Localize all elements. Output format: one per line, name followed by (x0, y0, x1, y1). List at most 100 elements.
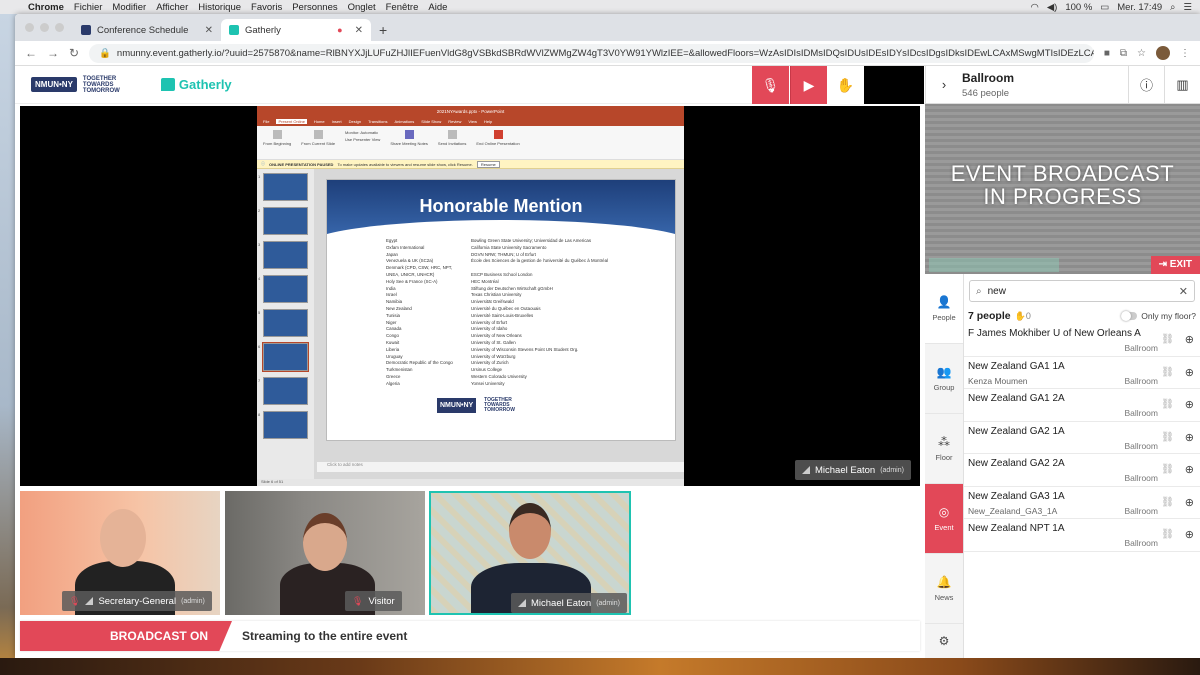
current-slide[interactable]: Honorable Mention Egypt Bowling Green Sta… (326, 179, 676, 441)
ppt-tab[interactable]: Animations (394, 119, 414, 124)
locate-icon[interactable]: ⊕ (1185, 431, 1194, 444)
send-invitations-button[interactable]: Send Invitations (438, 130, 466, 155)
clock[interactable]: Mer. 17:49 (1117, 2, 1162, 13)
person-row[interactable]: New Zealand GA1 1A Kenza Moumen Ballroom ⛓ ⊕ (964, 357, 1200, 389)
ppt-tab[interactable]: File (263, 119, 269, 124)
nav-settings[interactable]: ⚙ (925, 624, 963, 658)
video-tile-visitor[interactable]: 🎙 Visitor (225, 491, 425, 615)
menu-edit[interactable]: Modifier (112, 2, 146, 13)
nav-event[interactable]: ◎ Event (925, 484, 963, 554)
link-icon[interactable]: ⛓ (1161, 367, 1174, 378)
zoom-window-button[interactable] (55, 23, 64, 32)
ppt-tab-active[interactable]: Present Online (276, 119, 307, 124)
locate-icon[interactable]: ⊕ (1185, 366, 1194, 379)
people-search[interactable]: ⌕ new ✕ (969, 280, 1195, 302)
menu-view[interactable]: Afficher (156, 2, 188, 13)
person-row[interactable]: F James Mokhiber U of New Orleans A Ballr… (964, 324, 1200, 357)
translate-icon[interactable]: ⧉ (1120, 48, 1127, 59)
close-tab-icon[interactable]: ✕ (355, 25, 363, 36)
ppt-tab[interactable]: Slide Show (421, 119, 441, 124)
tab-gatherly[interactable]: Gatherly ● ✕ (221, 19, 371, 41)
more-icon[interactable]: ⋮ (1180, 48, 1190, 59)
monitor-select[interactable]: Monitor: Automatic (345, 130, 378, 135)
nav-news[interactable]: 🔔 News (925, 554, 963, 624)
slide-thumb[interactable]: 8 (258, 411, 308, 439)
only-my-floor-toggle[interactable]: Only my floor? (1121, 311, 1196, 321)
battery-icon[interactable]: ▭ (1100, 2, 1109, 13)
slide-thumb[interactable]: 4 (258, 275, 308, 303)
menu-help[interactable]: Aide (428, 2, 447, 13)
search-input[interactable]: new (988, 286, 1006, 297)
volume-icon[interactable]: ◀) (1047, 2, 1057, 13)
ppt-tab[interactable]: Transitions (368, 119, 387, 124)
link-icon[interactable]: ⛓ (1161, 399, 1174, 410)
exit-broadcast-button[interactable]: ⇥ EXIT (1150, 256, 1200, 274)
menu-file[interactable]: Fichier (74, 2, 103, 13)
nav-people[interactable]: 👤 People (925, 274, 963, 344)
menu-history[interactable]: Historique (198, 2, 241, 13)
share-notes-button[interactable]: Share Meeting Notes (390, 130, 428, 155)
video-tile-secretary-general[interactable]: 🎙 Secretary-General (admin) (20, 491, 220, 615)
link-icon[interactable]: ⛓ (1161, 464, 1174, 475)
person-row[interactable]: New Zealand NPT 1A Ballroom ⛓ ⊕ (964, 519, 1200, 552)
slide-thumb[interactable]: 1 (258, 173, 308, 201)
locate-icon[interactable]: ⊕ (1185, 398, 1194, 411)
menu-people[interactable]: Personnes (292, 2, 337, 13)
locate-icon[interactable]: ⊕ (1185, 528, 1194, 541)
from-current-button[interactable]: From Current Slide (301, 130, 335, 155)
collapse-panel-icon[interactable]: › (926, 77, 962, 92)
link-icon[interactable]: ⛓ (1161, 529, 1174, 540)
link-icon[interactable]: ⛓ (1161, 334, 1174, 345)
battery-label[interactable]: 100 % (1065, 2, 1092, 13)
slide-thumb[interactable]: 3 (258, 241, 308, 269)
menu-list-icon[interactable]: ☰ (1183, 2, 1192, 13)
search-icon[interactable]: ⌕ (1170, 2, 1175, 13)
nav-group[interactable]: 👥 Group (925, 344, 963, 414)
locate-icon[interactable]: ⊕ (1185, 333, 1194, 346)
link-icon[interactable]: ⛓ (1161, 497, 1174, 508)
profile-avatar[interactable] (1156, 46, 1170, 60)
mute-mic-button[interactable]: 🎙 (752, 66, 789, 104)
ppt-tab[interactable]: Insert (332, 119, 342, 124)
close-window-button[interactable] (25, 23, 34, 32)
notes-pane[interactable]: Click to add notes (317, 462, 684, 472)
from-beginning-button[interactable]: From Beginning (263, 130, 291, 155)
ppt-tab[interactable]: View (468, 119, 477, 124)
locate-icon[interactable]: ⊕ (1185, 496, 1194, 509)
slide-thumb[interactable]: 5 (258, 309, 308, 337)
link-icon[interactable]: ⛓ (1161, 432, 1174, 443)
person-row[interactable]: New Zealand GA2 2A Ballroom ⛓ ⊕ (964, 454, 1200, 487)
wifi-icon[interactable]: ◠ (1031, 2, 1039, 13)
slide-thumb[interactable]: 2 (258, 207, 308, 235)
ppt-tab[interactable]: Help (484, 119, 492, 124)
ppt-tab[interactable]: Design (349, 119, 361, 124)
map-button[interactable]: ▥ (1164, 65, 1200, 104)
bookmark-star-icon[interactable]: ☆ (1137, 48, 1146, 59)
video-tile-michael-eaton[interactable]: Michael Eaton (admin) (429, 491, 631, 615)
new-tab-icon[interactable]: + (379, 22, 387, 38)
presenter-view-checkbox[interactable]: Use Presenter View (345, 137, 380, 142)
camera-off-button[interactable]: ▶ (790, 66, 827, 104)
toggle-switch[interactable] (1121, 311, 1138, 321)
person-row[interactable]: New Zealand GA2 1A Ballroom ⛓ ⊕ (964, 422, 1200, 454)
room-info-button[interactable]: ⓘ (1128, 65, 1164, 104)
person-row[interactable]: New Zealand GA3 1A New_Zealand_GA3_1A Ball… (964, 487, 1200, 519)
close-tab-icon[interactable]: ✕ (205, 25, 213, 36)
raise-hand-button[interactable]: ✋ (827, 66, 864, 104)
tab-conference-schedule[interactable]: Conference Schedule ✕ (73, 19, 221, 41)
slide-thumb-selected[interactable]: 6 (258, 342, 309, 372)
slide-thumb[interactable]: 7 (258, 377, 308, 405)
url-field[interactable]: 🔒 nmunny.event.gatherly.io/?uuid=2575870… (89, 43, 1094, 63)
camera-icon[interactable]: ■ (1104, 48, 1110, 59)
reload-icon[interactable]: ↻ (69, 46, 79, 60)
nav-floor[interactable]: ⁂ Floor (925, 414, 963, 484)
ppt-tab[interactable]: Review (448, 119, 461, 124)
locate-icon[interactable]: ⊕ (1185, 463, 1194, 476)
forward-icon[interactable]: → (47, 46, 59, 60)
menu-bookmarks[interactable]: Favoris (251, 2, 282, 13)
person-row[interactable]: New Zealand GA1 2A Ballroom ⛓ ⊕ (964, 389, 1200, 422)
clear-search-icon[interactable]: ✕ (1179, 285, 1188, 298)
back-icon[interactable]: ← (25, 46, 37, 60)
menu-window[interactable]: Fenêtre (386, 2, 419, 13)
end-online-button[interactable]: End Online Presentation (476, 130, 520, 155)
